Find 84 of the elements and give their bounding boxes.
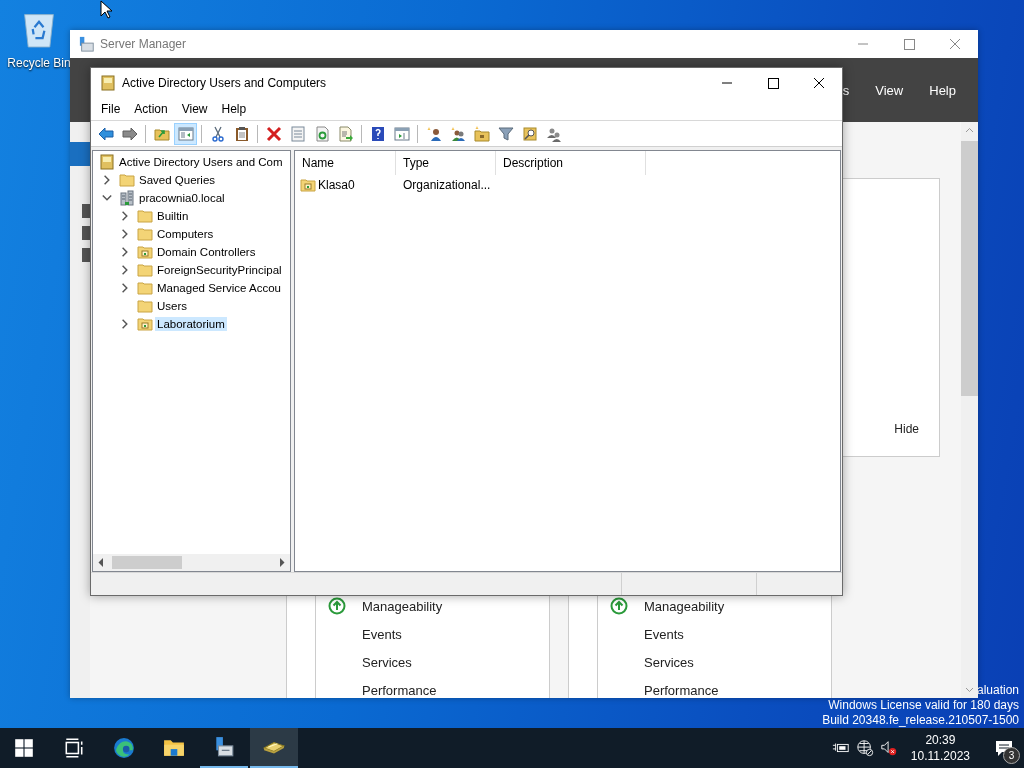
tree-item[interactable]: Builtin — [155, 209, 191, 223]
tree-item[interactable]: Users — [155, 299, 190, 313]
column-header[interactable]: Name — [295, 151, 396, 175]
folder-icon — [163, 737, 185, 759]
scrollbar-thumb[interactable] — [961, 141, 978, 396]
edge-icon — [113, 737, 135, 759]
tree-item[interactable]: pracownia0.local — [137, 191, 227, 205]
notification-count: 3 — [1003, 747, 1020, 764]
tree-item[interactable]: Saved Queries — [137, 173, 218, 187]
status-link[interactable]: Events — [644, 626, 684, 642]
license-notice-line: Windows License valid for 180 days — [828, 698, 1019, 713]
server-toolbox-icon — [78, 36, 96, 52]
clock-date: 10.11.2023 — [910, 748, 970, 764]
scrollbar[interactable] — [961, 122, 978, 698]
status-link[interactable]: Manageability — [644, 598, 725, 614]
snap-in-icon — [100, 74, 116, 91]
ou-folder-icon — [300, 177, 316, 193]
clipboard-icon — [233, 125, 250, 142]
column-header[interactable]: Description — [496, 151, 646, 175]
ou-folder-icon — [137, 316, 153, 332]
hide-link[interactable]: Hide — [894, 422, 919, 436]
folder-icon — [137, 226, 153, 242]
address-book-taskbar-button[interactable] — [250, 728, 298, 768]
snap-in-icon — [99, 154, 115, 170]
menu-item[interactable]: View — [174, 101, 215, 116]
tree-item[interactable]: Active Directory Users and Com — [117, 155, 285, 169]
folder-icon — [137, 208, 153, 224]
properties-icon — [289, 125, 306, 142]
tree-item[interactable]: Managed Service Accou — [155, 281, 284, 295]
folder-icon — [119, 172, 135, 188]
scrollbar-thumb[interactable] — [112, 556, 182, 569]
tree-item[interactable]: Laboratorium — [155, 317, 227, 331]
cursor-icon — [100, 0, 112, 19]
desktop-icon-label[interactable]: Recycle Bin — [7, 56, 71, 70]
menu-item[interactable]: Help — [214, 101, 254, 116]
tree-item[interactable]: Domain Controllers — [155, 245, 258, 259]
filter-icon — [497, 125, 514, 142]
menu-item[interactable]: s — [842, 82, 850, 98]
status-link[interactable]: Manageability — [362, 598, 443, 614]
license-notice-line: aluation — [976, 683, 1019, 698]
menu-item[interactable]: View — [875, 82, 904, 98]
tree-item[interactable]: ForeignSecurityPrincipal — [155, 263, 284, 277]
domain-icon — [119, 190, 135, 206]
folder-icon — [137, 262, 153, 278]
back-arrow-icon — [97, 125, 114, 142]
menu-item[interactable]: Action — [127, 101, 175, 116]
scissors-icon — [209, 125, 226, 142]
start-icon — [13, 737, 35, 759]
folder-icon — [137, 280, 153, 296]
scrollbar[interactable] — [93, 554, 290, 571]
folder-icon — [137, 298, 153, 314]
tree-item[interactable]: Computers — [155, 227, 216, 241]
status-link[interactable]: Performance — [644, 682, 719, 698]
action-pane-icon — [393, 125, 410, 142]
find-icon — [521, 125, 538, 142]
network-globe-icon[interactable] — [855, 739, 874, 757]
table-cell-text: Organizational... — [402, 178, 492, 192]
license-notice-line: Build 20348.fe_release.210507-1500 — [822, 713, 1019, 728]
delete-icon — [265, 125, 282, 142]
clock-time: 20:39 — [925, 732, 956, 748]
help-icon — [369, 125, 386, 142]
status-link[interactable]: Services — [362, 654, 412, 670]
window-title: Server Manager — [100, 37, 187, 51]
new-user-icon — [425, 125, 442, 142]
refresh-icon — [313, 125, 330, 142]
tree-pane-icon — [177, 125, 194, 142]
export-icon — [337, 125, 354, 142]
status-link[interactable]: Performance — [362, 682, 437, 698]
ou-folder-icon — [137, 244, 153, 260]
menu-item[interactable]: File — [94, 101, 128, 116]
clock[interactable]: 20:39 10.11.2023 — [910, 732, 970, 764]
column-header[interactable]: Type — [396, 151, 496, 175]
status-link[interactable]: Events — [362, 626, 402, 642]
volume-muted-icon[interactable] — [879, 739, 898, 757]
new-group-icon — [449, 125, 466, 142]
server-toolbox-icon — [213, 736, 235, 758]
tree-pane-button[interactable] — [174, 122, 197, 145]
window-title: Active Directory Users and Computers — [122, 75, 327, 90]
status-link[interactable]: Services — [644, 654, 694, 670]
menu-item[interactable]: Help — [929, 82, 956, 98]
forward-arrow-icon — [121, 125, 138, 142]
task-view-icon — [63, 737, 85, 759]
new-folder-icon — [473, 125, 490, 142]
list-item-name[interactable]: Klasa0 — [318, 178, 355, 192]
